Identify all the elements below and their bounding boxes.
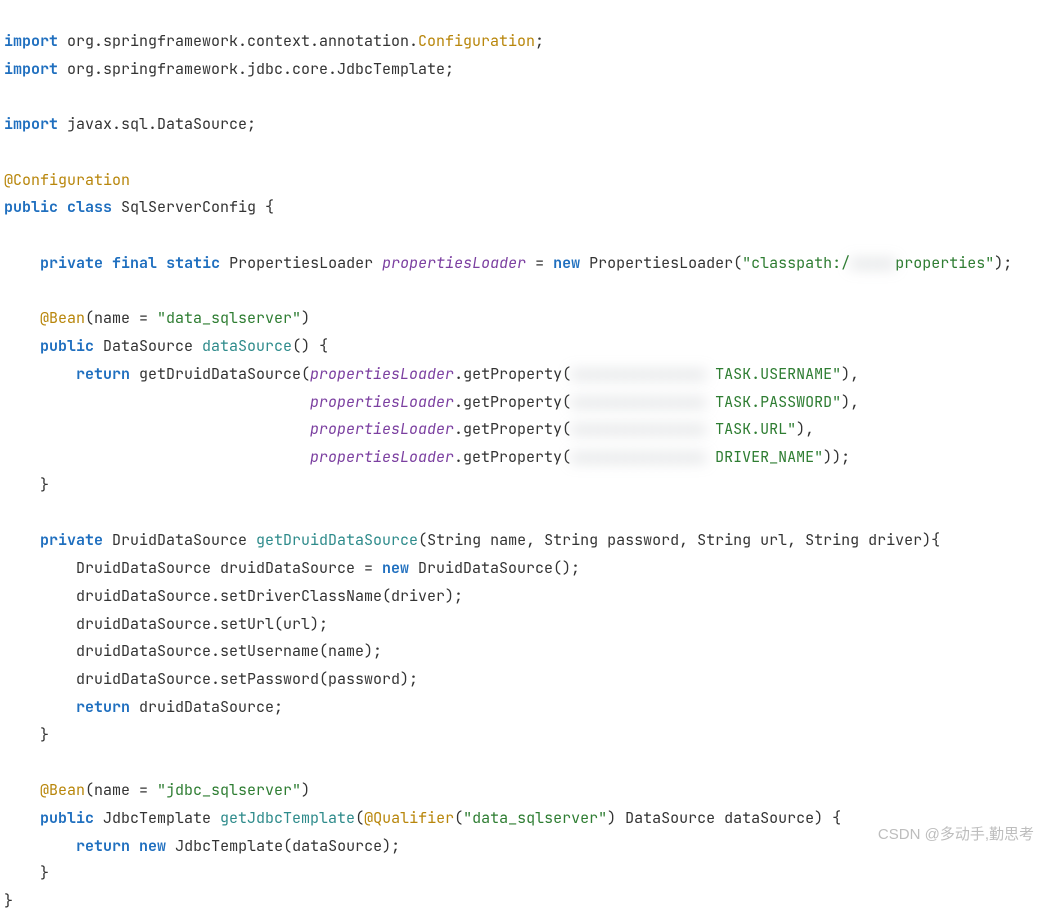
code-block: import org.springframework.context.annot… (0, 0, 1054, 916)
txt: PropertiesLoader (220, 253, 382, 273)
txt: .getProperty( (454, 447, 571, 467)
txt: .getProperty( (454, 392, 571, 412)
kw: return (76, 697, 130, 717)
txt: druidDataSource.setDriverClassName(drive… (76, 586, 463, 606)
txt: SqlServerConfig { (112, 197, 274, 217)
redacted: xxxxxxxxxxxxxxx (571, 389, 706, 417)
txt: org.springframework.jdbc.core.JdbcTempla… (58, 59, 454, 79)
kw: final (112, 253, 157, 273)
redacted: xxxxxxxxxxxxxxx (571, 444, 706, 472)
method: dataSource (202, 336, 292, 356)
kw: class (67, 197, 112, 217)
kw: private (40, 253, 103, 273)
txt: (String name, String password, String ur… (418, 530, 940, 550)
kw: public (40, 336, 94, 356)
field: propertiesLoader (310, 447, 454, 467)
txt: } (40, 475, 49, 495)
annotation: @Bean (40, 780, 85, 800)
str: "jdbc_sqlserver" (157, 780, 301, 800)
kw: return (76, 364, 130, 384)
str: properties" (895, 253, 994, 273)
str: DRIVER_NAME" (715, 447, 823, 467)
field: propertiesLoader (310, 419, 454, 439)
txt: PropertiesLoader( (580, 253, 742, 273)
method: getDruidDataSource (256, 530, 418, 550)
txt: org.springframework.context.annotation. (58, 31, 418, 51)
kw: static (166, 253, 220, 273)
str: TASK.URL" (715, 419, 796, 439)
txt: ( (454, 808, 463, 828)
txt: DruidDataSource(); (409, 558, 580, 578)
txt: DataSource (94, 336, 202, 356)
str: TASK.PASSWORD" (715, 392, 841, 412)
txt: JdbcTemplate(dataSource); (166, 836, 400, 856)
kw: private (40, 530, 103, 550)
txt: ), (796, 419, 814, 439)
kw: public (4, 197, 58, 217)
txt: } (40, 725, 49, 745)
kw: new (382, 558, 409, 578)
txt: .getProperty( (454, 364, 571, 384)
txt: DruidDataSource (103, 530, 256, 550)
txt: javax.sql.DataSource; (58, 114, 256, 134)
kw: import (4, 31, 58, 51)
method: getJdbcTemplate (220, 808, 355, 828)
txt: druidDataSource; (130, 697, 283, 717)
txt: ( (355, 808, 364, 828)
txt: getDruidDataSource( (130, 364, 310, 384)
annotation: @Bean (40, 308, 85, 328)
txt: druidDataSource.setPassword(password); (76, 669, 418, 689)
txt: ), (841, 392, 859, 412)
txt: ) (301, 780, 310, 800)
txt: () { (292, 336, 328, 356)
txt: druidDataSource.setUsername(name); (76, 641, 382, 661)
cls: Configuration (418, 31, 535, 51)
annotation: @Qualifier (364, 808, 454, 828)
txt: )); (823, 447, 850, 467)
txt: = (526, 253, 553, 273)
redacted: xxxxxxxxxxxxxxx (571, 416, 706, 444)
txt: DataSource dataSource) { (616, 808, 841, 828)
txt: } (40, 863, 49, 883)
txt: DruidDataSource druidDataSource = (76, 558, 382, 578)
txt: ; (535, 31, 544, 51)
field: propertiesLoader (310, 392, 454, 412)
txt: } (4, 891, 13, 911)
kw: return (76, 836, 130, 856)
kw: new (139, 836, 166, 856)
kw: import (4, 114, 58, 134)
txt: (name = (85, 780, 157, 800)
kw: public (40, 808, 94, 828)
txt: ) (607, 808, 616, 828)
redacted: xxxxxxxxxxxxxxx (571, 361, 706, 389)
str: TASK.USERNAME" (715, 364, 841, 384)
kw: new (553, 253, 580, 273)
txt: ), (841, 364, 859, 384)
annotation: @Configuration (4, 170, 130, 190)
redacted: xxxxx (850, 250, 895, 278)
str: "data_sqlserver" (157, 308, 301, 328)
txt: (name = (85, 308, 157, 328)
txt: druidDataSource.setUrl(url); (76, 614, 328, 634)
txt: JdbcTemplate (94, 808, 220, 828)
str: "data_sqlserver" (463, 808, 607, 828)
kw: import (4, 59, 58, 79)
field: propertiesLoader (310, 364, 454, 384)
txt: ) (301, 308, 310, 328)
txt: .getProperty( (454, 419, 571, 439)
field: propertiesLoader (382, 253, 526, 273)
txt: ); (994, 253, 1012, 273)
str: "classpath:/ (742, 253, 850, 273)
